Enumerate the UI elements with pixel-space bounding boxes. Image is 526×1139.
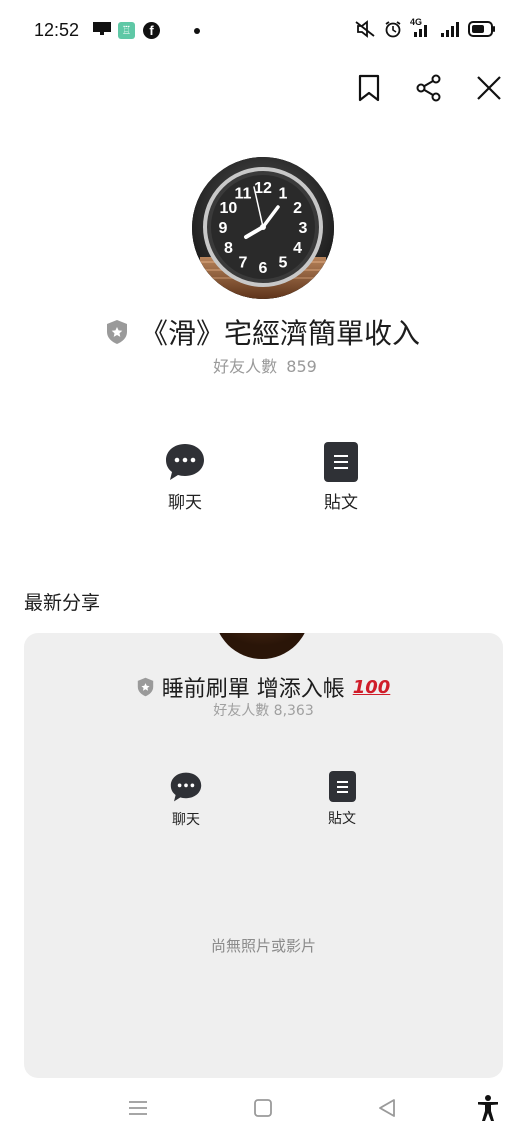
card-name-row: 睡前刷單 增添入帳 100 [24, 671, 503, 703]
card-post-label: 貼文 [328, 811, 356, 827]
clock-number: 1 [279, 185, 288, 202]
card-name: 睡前刷單 增添入帳 [161, 677, 345, 702]
chat-bubble-icon [170, 772, 202, 802]
friend-count-value: 859 [286, 357, 317, 376]
status-right-icons: 4G [354, 17, 496, 38]
bookmark-button[interactable] [354, 72, 384, 104]
card-chat-button[interactable]: 聊天 [164, 771, 208, 829]
alarm-icon [385, 21, 401, 38]
home-button[interactable] [249, 1096, 277, 1120]
clock-number: 2 [293, 200, 302, 217]
latest-share-title: 最新分享 [24, 592, 101, 614]
chat-bubble-icon [166, 444, 204, 480]
clock-number: 7 [239, 255, 248, 272]
latest-share-card[interactable]: 睡前刷單 增添入帳 100 好友人數 8,363 聊天 貼文 尚無照片或影片 [24, 633, 503, 1078]
post-label: 貼文 [324, 493, 358, 513]
document-icon [324, 442, 358, 482]
card-friend-count-label: 好友人數 [213, 703, 270, 719]
chat-button[interactable]: 聊天 [158, 442, 212, 513]
hundred-points-icon: 100 [352, 676, 391, 698]
post-button[interactable]: 貼文 [314, 442, 368, 513]
chat-label: 聊天 [168, 493, 202, 513]
friend-count: 好友人數 859 [0, 353, 526, 377]
accessibility-icon [478, 1095, 498, 1121]
status-bar: 12:52 ♖ f 4G [0, 0, 526, 64]
monitor-icon [93, 22, 111, 35]
dot-icon [194, 28, 200, 34]
clock-number: 3 [299, 220, 308, 237]
facebook-icon: f [143, 22, 160, 39]
mute-icon [355, 20, 375, 38]
menu-icon [129, 1101, 147, 1115]
share-icon [416, 74, 441, 102]
card-friend-count: 好友人數 8,363 [24, 700, 503, 720]
clock-number: 11 [235, 185, 252, 202]
friend-count-label: 好友人數 [213, 357, 278, 376]
accessibility-button[interactable] [474, 1095, 502, 1121]
clock-number: 8 [224, 240, 233, 257]
avatar[interactable]: 12 1 2 3 4 5 6 7 8 9 10 11 [192, 157, 334, 299]
signal-icon [441, 22, 459, 37]
clock-number: 12 [254, 180, 272, 197]
home-icon [254, 1099, 272, 1117]
card-friend-count-value: 8,363 [273, 703, 314, 719]
bookmark-icon [358, 74, 380, 102]
close-button[interactable] [474, 72, 504, 104]
card-chat-label: 聊天 [172, 812, 200, 828]
clock-number: 4 [293, 240, 302, 257]
card-avatar [214, 633, 310, 659]
back-icon [379, 1099, 395, 1117]
card-post-button[interactable]: 貼文 [320, 771, 364, 828]
clock-number: 10 [220, 200, 238, 217]
profile-name: 《滑》宅經濟簡單收入 [139, 317, 420, 350]
clock-number: 6 [259, 260, 268, 277]
close-icon [477, 76, 501, 100]
clock-number: 9 [219, 220, 228, 237]
status-time: 12:52 [34, 20, 80, 40]
verified-shield-icon [106, 320, 127, 344]
clock-number: 5 [279, 255, 288, 272]
top-actions [354, 72, 504, 104]
empty-media-text: 尚無照片或影片 [210, 937, 316, 955]
back-button[interactable] [373, 1096, 401, 1120]
share-button[interactable] [414, 72, 444, 104]
signal-4g-icon: 4G [410, 17, 432, 38]
app-icon: ♖ [118, 22, 135, 39]
clock-icon: 12 12 3 45678 9 1011 [192, 157, 334, 299]
verified-shield-icon [137, 677, 153, 697]
document-icon [328, 771, 356, 802]
battery-icon [468, 21, 495, 37]
system-nav-bar [0, 1080, 526, 1139]
menu-button[interactable] [124, 1096, 152, 1120]
profile-name-row: 《滑》宅經濟簡單收入 [0, 312, 526, 352]
